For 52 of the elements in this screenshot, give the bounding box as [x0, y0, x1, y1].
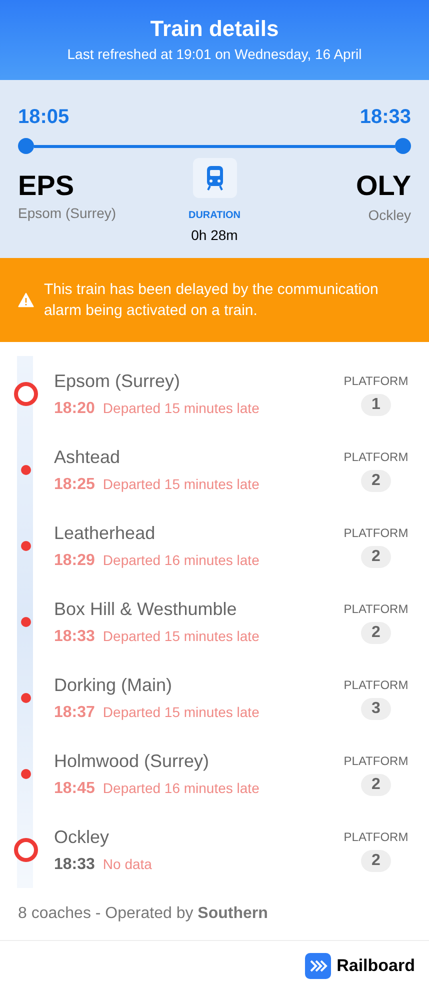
duration-label: DURATION: [188, 209, 241, 223]
alert-message: This train has been delayed by the communication alarm being activated on a train.: [44, 280, 380, 321]
stop-time: 18:33: [54, 626, 95, 646]
origin-name: Epsom (Surrey): [18, 204, 118, 223]
platform-number: 3: [360, 698, 392, 720]
platform-label: PLATFORM: [344, 601, 408, 618]
page-title: Train details: [150, 14, 279, 42]
station-name: Box Hill & Westhumble: [54, 598, 238, 620]
platform-number: 1: [360, 394, 392, 416]
duration-value: 0h 28m: [191, 226, 238, 245]
platform-label: PLATFORM: [344, 829, 408, 846]
stop-status: Departed 16 minutes late: [102, 778, 260, 798]
platform-label: PLATFORM: [344, 525, 408, 542]
stop-status: Departed 16 minutes late: [102, 550, 260, 570]
destination-code: OLY: [356, 169, 411, 203]
stop-status: Departed 15 minutes late: [102, 702, 260, 722]
platform-label: PLATFORM: [344, 373, 408, 390]
destination-name: Ockley: [368, 206, 411, 225]
train-icon: [192, 158, 236, 198]
station-name: Epsom (Surrey): [54, 370, 182, 393]
platform-label: PLATFORM: [344, 449, 408, 466]
stop-time: 18:37: [54, 702, 95, 722]
platform-label: PLATFORM: [344, 753, 408, 770]
service-info: 8 coaches - Operated by Southern: [18, 905, 268, 922]
stop-status: Departed 15 minutes late: [102, 474, 260, 494]
logo-icon: [304, 953, 331, 979]
station-name: Ockley: [54, 826, 110, 849]
platform-number: 2: [360, 850, 392, 872]
station-name: Holmwood (Surrey): [54, 750, 210, 773]
departure-time: 18:05: [18, 105, 70, 130]
stop-time: 18:20: [54, 398, 95, 418]
stop-time: 18:33: [54, 854, 95, 874]
station-name: Ashtead: [54, 446, 122, 468]
arrival-time: 18:33: [360, 105, 411, 130]
stop-status: Departed 15 minutes late: [102, 398, 260, 418]
origin-code: EPS: [18, 169, 76, 203]
stop-status: Departed 15 minutes late: [102, 626, 260, 646]
station-name: Leatherhead: [54, 522, 156, 544]
platform-number: 2: [360, 546, 392, 568]
stop-time: 18:29: [54, 550, 95, 570]
stop-time: 18:25: [54, 474, 95, 494]
platform-number: 2: [360, 470, 392, 492]
stop-status: No data: [102, 854, 152, 874]
stop-ring-icon: [14, 382, 38, 406]
platform-number: 2: [360, 774, 392, 796]
platform-label: PLATFORM: [344, 677, 408, 694]
platform-number: 2: [360, 622, 392, 644]
station-name: Dorking (Main): [54, 674, 174, 697]
brand-name: Railboard: [336, 955, 415, 978]
stop-time: 18:45: [54, 778, 95, 798]
refresh-time: Last refreshed at 19:01 on Wednesday, 16 April: [67, 45, 362, 64]
stop-ring-icon: [14, 838, 38, 862]
